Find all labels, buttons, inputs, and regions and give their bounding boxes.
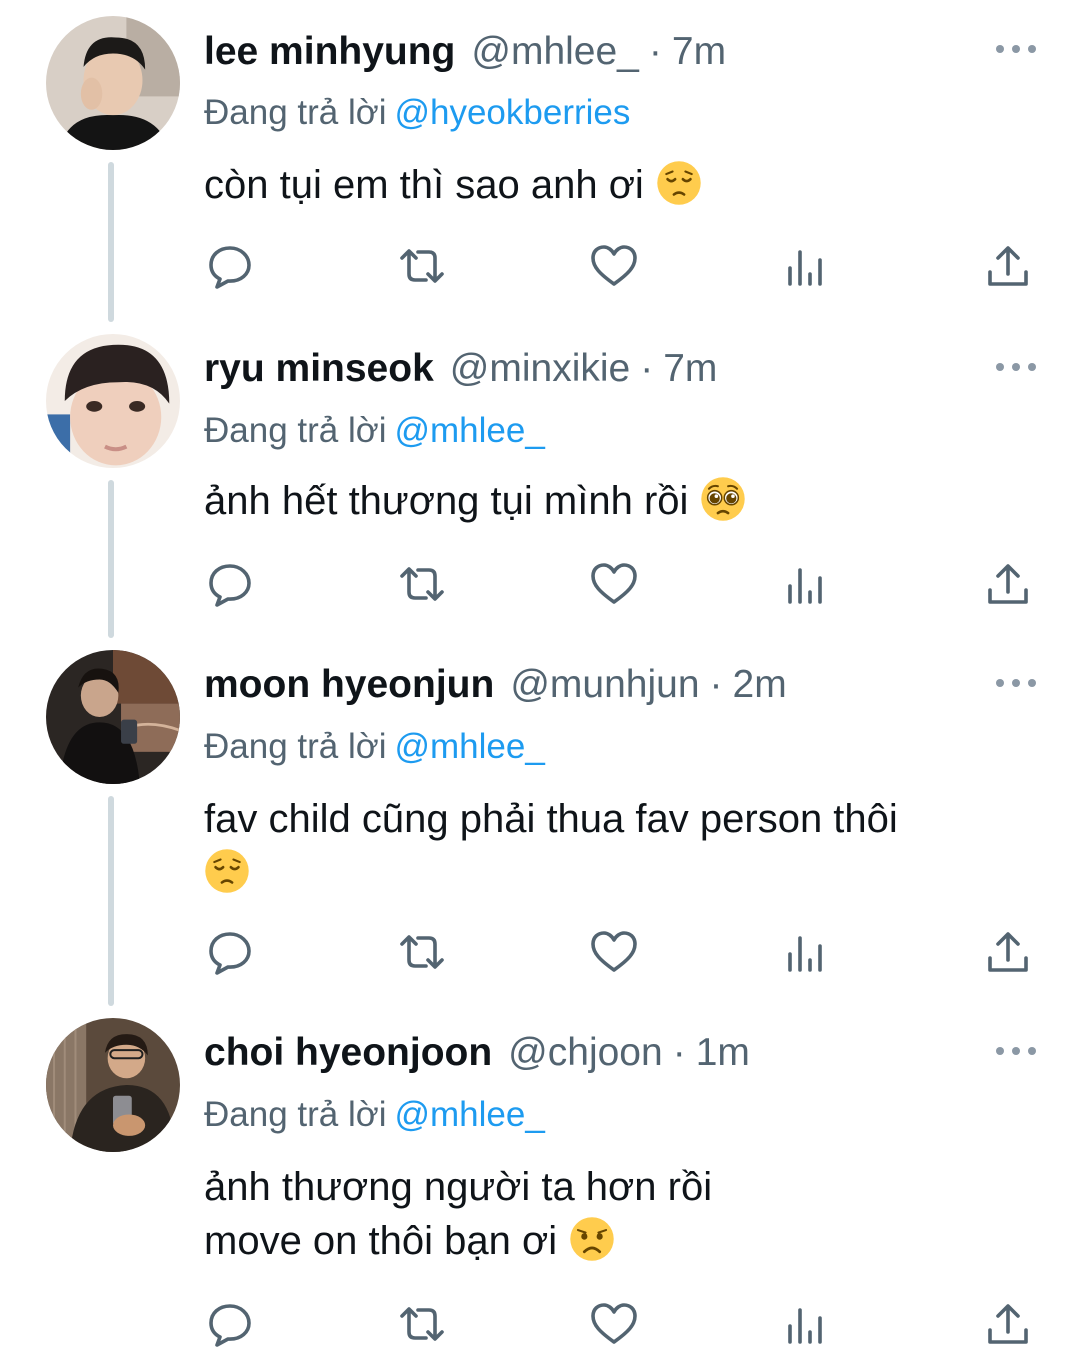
avatar[interactable] [46,650,180,784]
mention-link[interactable]: @mhlee_ [394,411,544,450]
tweet-header: ryu minseok @minxikie · 7m [204,344,717,394]
reply-tweet[interactable]: choi hyeonjoon @chjoon · 1m Đang trả lời… [0,1008,1080,1370]
retweet-icon[interactable] [394,238,450,294]
disappointed-face-icon [569,1216,615,1262]
avatar-photo [46,16,180,150]
timestamp[interactable]: 1m [696,1028,750,1078]
reply-icon[interactable] [202,556,258,612]
share-icon[interactable] [980,1296,1036,1352]
avatar[interactable] [46,1018,180,1152]
tweet-text-line: còn tụi em thì sao anh ơi [204,163,644,207]
tweet-text: fav child cũng phải thua fav person thôi [204,792,1034,900]
tweet-text-line: ảnh hết thương tụi mình rồi [204,479,689,523]
reply-tweet[interactable]: ryu minseok @minxikie · 7m Đang trả lời @… [0,322,1080,640]
views-icon[interactable] [778,238,834,294]
retweet-icon[interactable] [394,556,450,612]
reply-icon[interactable] [202,238,258,294]
replying-label: Đang trả lời [204,1095,387,1134]
mention-link[interactable]: @mhlee_ [394,1095,544,1134]
timestamp[interactable]: 2m [733,660,787,710]
views-icon[interactable] [778,924,834,980]
action-bar [0,238,1080,294]
like-icon[interactable] [586,1296,642,1352]
timestamp[interactable]: 7m [663,344,717,394]
like-icon[interactable] [586,924,642,980]
tweet-text-line: fav child cũng phải thua fav person thôi [204,797,898,841]
avatar-photo [46,650,180,784]
action-bar [0,924,1080,980]
reply-tweet[interactable]: lee minhyung @mhlee_ · 7m Đang trả lời @h… [0,0,1080,322]
replying-label: Đang trả lời [204,727,387,766]
username[interactable]: @chjoon [508,1028,663,1078]
more-options-icon[interactable] [996,677,1036,689]
share-icon[interactable] [980,924,1036,980]
replying-to: Đang trả lời @mhlee_ [204,1092,545,1138]
more-options-icon[interactable] [996,43,1036,55]
separator: · [640,347,654,390]
retweet-icon[interactable] [394,924,450,980]
action-bar [0,556,1080,612]
tweet-header: lee minhyung @mhlee_ · 7m [204,27,726,77]
replying-to: Đang trả lời @mhlee_ [204,724,545,770]
replying-label: Đang trả lời [204,93,387,132]
avatar-photo [46,334,180,468]
reply-icon[interactable] [202,1296,258,1352]
tweet-text: ảnh hết thương tụi mình rồi [204,474,1034,528]
display-name[interactable]: ryu minseok [204,344,434,394]
retweet-icon[interactable] [394,1296,450,1352]
action-bar [0,1296,1080,1352]
more-options-icon[interactable] [996,361,1036,373]
separator: · [709,663,723,706]
pensive-face-icon [204,848,250,894]
display-name[interactable]: choi hyeonjoon [204,1028,492,1078]
separator: · [648,30,662,73]
tweet-header: moon hyeonjun @munhjun · 2m [204,660,787,710]
display-name[interactable]: moon hyeonjun [204,660,494,710]
views-icon[interactable] [778,1296,834,1352]
timestamp[interactable]: 7m [672,27,726,77]
like-icon[interactable] [586,556,642,612]
views-icon[interactable] [778,556,834,612]
username[interactable]: @munhjun [510,660,699,710]
share-icon[interactable] [980,238,1036,294]
replying-to: Đang trả lời @mhlee_ [204,408,545,454]
mention-link[interactable]: @mhlee_ [394,727,544,766]
tweet-header: choi hyeonjoon @chjoon · 1m [204,1028,750,1078]
more-options-icon[interactable] [996,1045,1036,1057]
avatar[interactable] [46,334,180,468]
replying-label: Đang trả lời [204,411,387,450]
pleading-face-icon [700,476,746,522]
mention-link[interactable]: @hyeokberries [394,93,630,132]
tweet-text: còn tụi em thì sao anh ơi [204,158,1034,212]
display-name[interactable]: lee minhyung [204,27,455,77]
reply-tweet[interactable]: moon hyeonjun @munhjun · 2m Đang trả lời… [0,640,1080,1008]
tweet-text: ảnh thương người ta hơn rồi move on thôi… [204,1160,1034,1268]
reply-icon[interactable] [202,924,258,980]
replying-to: Đang trả lời @hyeokberries [204,90,630,136]
avatar-photo [46,1018,180,1152]
username[interactable]: @minxikie [450,344,630,394]
username[interactable]: @mhlee_ [471,27,639,77]
pensive-face-icon [656,160,702,206]
share-icon[interactable] [980,556,1036,612]
tweet-text-line: move on thôi bạn ơi [204,1219,558,1263]
separator: · [672,1031,686,1074]
tweet-text-line: ảnh thương người ta hơn rồi [204,1165,713,1209]
avatar[interactable] [46,16,180,150]
like-icon[interactable] [586,238,642,294]
